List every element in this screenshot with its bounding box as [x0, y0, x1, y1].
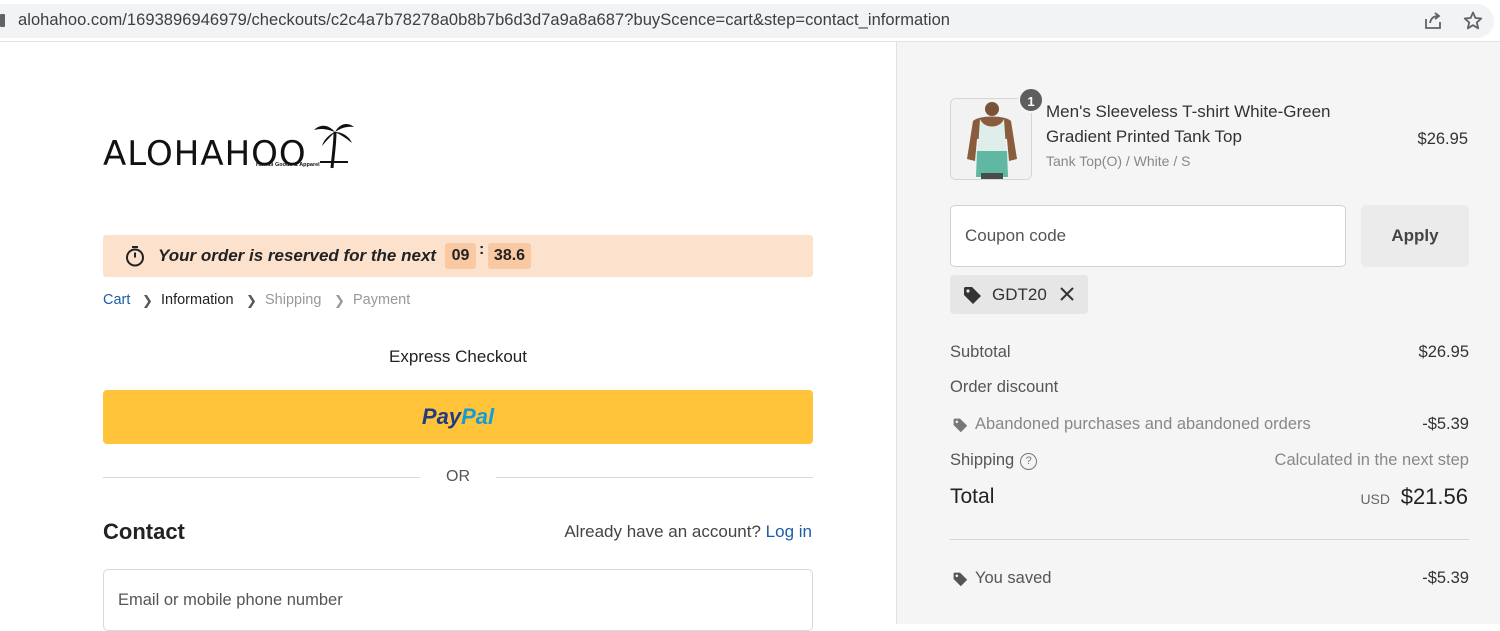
subtotal-label: Subtotal — [950, 343, 1011, 361]
brand-logo[interactable]: ALOHAHOO Hawaii Goods & Apparel — [103, 120, 354, 176]
divider — [496, 477, 813, 478]
chevron-right-icon: ❯ — [246, 293, 257, 308]
lock-icon[interactable] — [0, 14, 5, 27]
divider — [950, 539, 1469, 540]
saved-label: You saved — [975, 569, 1052, 587]
account-prompt-text: Already have an account? — [564, 522, 761, 541]
apply-coupon-button[interactable]: Apply — [1361, 205, 1469, 267]
remove-coupon-icon[interactable] — [1058, 284, 1076, 304]
account-prompt: Already have an account? Log in — [564, 522, 812, 542]
paypal-logo-pal: Pal — [461, 404, 495, 429]
product-name: Men's Sleeveless T-shirt White-Green Gra… — [1046, 102, 1331, 146]
timer-separator: : — [479, 241, 485, 258]
browser-address-bar: alohahoo.com/1693896946979/checkouts/c2c… — [0, 0, 1500, 42]
stopwatch-icon — [126, 246, 144, 267]
share-icon[interactable] — [1422, 10, 1444, 32]
coupon-input[interactable] — [950, 205, 1346, 267]
logo-text: ALOHAHOO — [103, 134, 307, 174]
paypal-button[interactable]: PayPal — [103, 390, 813, 444]
reservation-banner: Your order is reserved for the next 09 :… — [103, 235, 813, 277]
help-icon[interactable]: ? — [1020, 453, 1038, 470]
logo-subtitle: Hawaii Goods & Apparel — [256, 162, 320, 168]
login-link[interactable]: Log in — [766, 522, 812, 541]
breadcrumb-information: Information — [161, 292, 234, 308]
checkout-form-column: ALOHAHOO Hawaii Goods & Apparel Your ord… — [0, 42, 896, 631]
order-summary: 1 Men's Sleeveless T-shirt White-Green G… — [896, 42, 1500, 624]
express-checkout-title: Express Checkout — [389, 347, 527, 366]
savings-row: You saved -$5.39 — [950, 569, 1469, 588]
timer-seconds: 38.6 — [488, 243, 531, 269]
subtotal-value: $26.95 — [1418, 343, 1469, 361]
applied-coupon-chip: GDT20 — [950, 275, 1088, 314]
subtotal-row: Subtotal $26.95 — [950, 343, 1469, 362]
discount-detail-row: Abandoned purchases and abandoned orders… — [950, 415, 1469, 434]
url-text[interactable]: alohahoo.com/1693896946979/checkouts/c2c… — [18, 11, 950, 30]
timer-minutes: 09 — [445, 243, 476, 269]
star-icon[interactable] — [1462, 10, 1484, 32]
shipping-label: Shipping — [950, 451, 1015, 469]
email-field[interactable] — [103, 569, 813, 631]
tag-icon — [964, 287, 981, 304]
total-value: $21.56 — [1400, 484, 1468, 509]
product-thumbnail — [950, 98, 1032, 180]
reservation-message: Your order is reserved for the next — [158, 246, 437, 265]
total-currency: USD — [1360, 491, 1390, 507]
quantity-badge: 1 — [1018, 87, 1044, 113]
paypal-logo-pay: Pay — [421, 404, 462, 429]
shipping-row: Shipping? Calculated in the next step — [950, 451, 1469, 470]
breadcrumb-payment: Payment — [353, 292, 411, 308]
tag-icon — [953, 418, 968, 433]
order-discount-row: Order discount — [950, 378, 1469, 397]
or-separator: OR — [446, 468, 470, 485]
discount-name: Abandoned purchases and abandoned orders — [975, 415, 1311, 433]
discount-value: -$5.39 — [1422, 415, 1469, 433]
total-label: Total — [950, 485, 995, 508]
product-variant: Tank Top(O) / White / S — [1046, 153, 1191, 169]
product-price: $26.95 — [1417, 130, 1468, 148]
divider — [103, 477, 420, 478]
breadcrumb-shipping: Shipping — [265, 292, 322, 308]
shipping-value: Calculated in the next step — [1274, 451, 1469, 469]
breadcrumb-cart[interactable]: Cart — [103, 292, 130, 308]
applied-coupon-code: GDT20 — [992, 285, 1047, 304]
tag-icon — [953, 572, 968, 587]
chevron-right-icon: ❯ — [142, 293, 153, 308]
chevron-right-icon: ❯ — [334, 293, 345, 308]
contact-heading: Contact — [103, 519, 185, 544]
order-discount-label: Order discount — [950, 378, 1059, 396]
saved-value: -$5.39 — [1422, 569, 1469, 587]
